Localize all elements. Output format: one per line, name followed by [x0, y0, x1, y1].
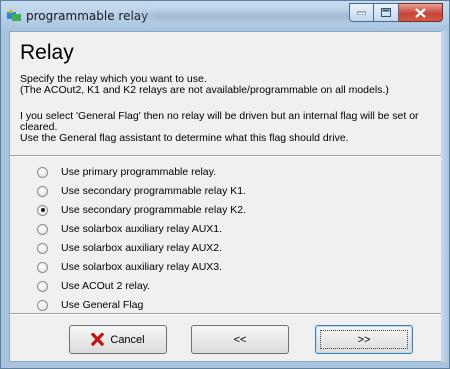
radio-button[interactable]: [37, 185, 48, 197]
focus-rectangle: [320, 330, 408, 349]
cancel-button[interactable]: Cancel: [69, 325, 167, 354]
option-aux2[interactable]: Use solarbox auxiliary relay AUX2.: [37, 241, 222, 255]
option-secondary-relay-k2[interactable]: Use secondary programmable relay K2.: [37, 203, 246, 217]
wizard-page: Relay Specify the relay which you want t…: [9, 31, 443, 362]
top-separator: [10, 155, 442, 157]
page-title: Relay: [20, 41, 74, 64]
window-frame-right: [441, 31, 449, 362]
minimize-button[interactable]: [349, 3, 374, 22]
option-aux1[interactable]: Use solarbox auxiliary relay AUX1.: [37, 222, 222, 236]
description-line-3: I you select 'General Flag' then no rela…: [20, 110, 419, 122]
cancel-x-icon: [91, 333, 105, 346]
radio-button[interactable]: [37, 242, 48, 254]
cancel-label: Cancel: [110, 333, 145, 346]
minimize-icon: [357, 11, 366, 15]
maximize-icon: [381, 8, 391, 17]
next-button[interactable]: >>: [315, 325, 413, 354]
dialog-window: programmable relay Relay Specify the rel…: [0, 0, 450, 369]
option-acout2-relay[interactable]: Use ACOut 2 relay.: [37, 279, 150, 293]
option-label: Use secondary programmable relay K2.: [61, 204, 247, 216]
maximize-button[interactable]: [374, 3, 399, 22]
radio-button[interactable]: [37, 261, 48, 273]
window-title: programmable relay: [26, 9, 149, 23]
bottom-separator: [10, 313, 442, 315]
option-primary-relay[interactable]: Use primary programmable relay.: [37, 165, 216, 179]
option-label: Use ACOut 2 relay.: [61, 280, 151, 292]
close-button[interactable]: [399, 3, 443, 22]
radio-button-selected[interactable]: [37, 204, 48, 216]
description-line-5: Use the General flag assistant to determ…: [20, 132, 349, 144]
title-bar[interactable]: programmable relay: [1, 1, 449, 31]
back-label: <<: [233, 333, 247, 346]
option-aux3[interactable]: Use solarbox auxiliary relay AUX3.: [37, 260, 222, 274]
radio-button[interactable]: [37, 223, 48, 235]
radio-button[interactable]: [37, 280, 48, 292]
relay-app-icon: [7, 10, 21, 21]
description-line-2: (The ACOut2, K1 and K2 relays are not av…: [20, 84, 389, 96]
radio-button[interactable]: [37, 299, 48, 311]
back-button[interactable]: <<: [191, 325, 289, 354]
option-secondary-relay-k1[interactable]: Use secondary programmable relay K1.: [37, 184, 246, 198]
option-label: Use solarbox auxiliary relay AUX3.: [61, 261, 223, 273]
option-label: Use primary programmable relay.: [61, 166, 217, 178]
close-icon: [415, 7, 426, 18]
option-label: Use General Flag: [61, 299, 144, 311]
window-controls: [349, 3, 443, 22]
option-label: Use secondary programmable relay K1.: [61, 185, 247, 197]
radio-button[interactable]: [37, 166, 48, 178]
option-label: Use solarbox auxiliary relay AUX2.: [61, 242, 223, 254]
option-label: Use solarbox auxiliary relay AUX1.: [61, 223, 223, 235]
option-general-flag[interactable]: Use General Flag: [37, 298, 143, 312]
